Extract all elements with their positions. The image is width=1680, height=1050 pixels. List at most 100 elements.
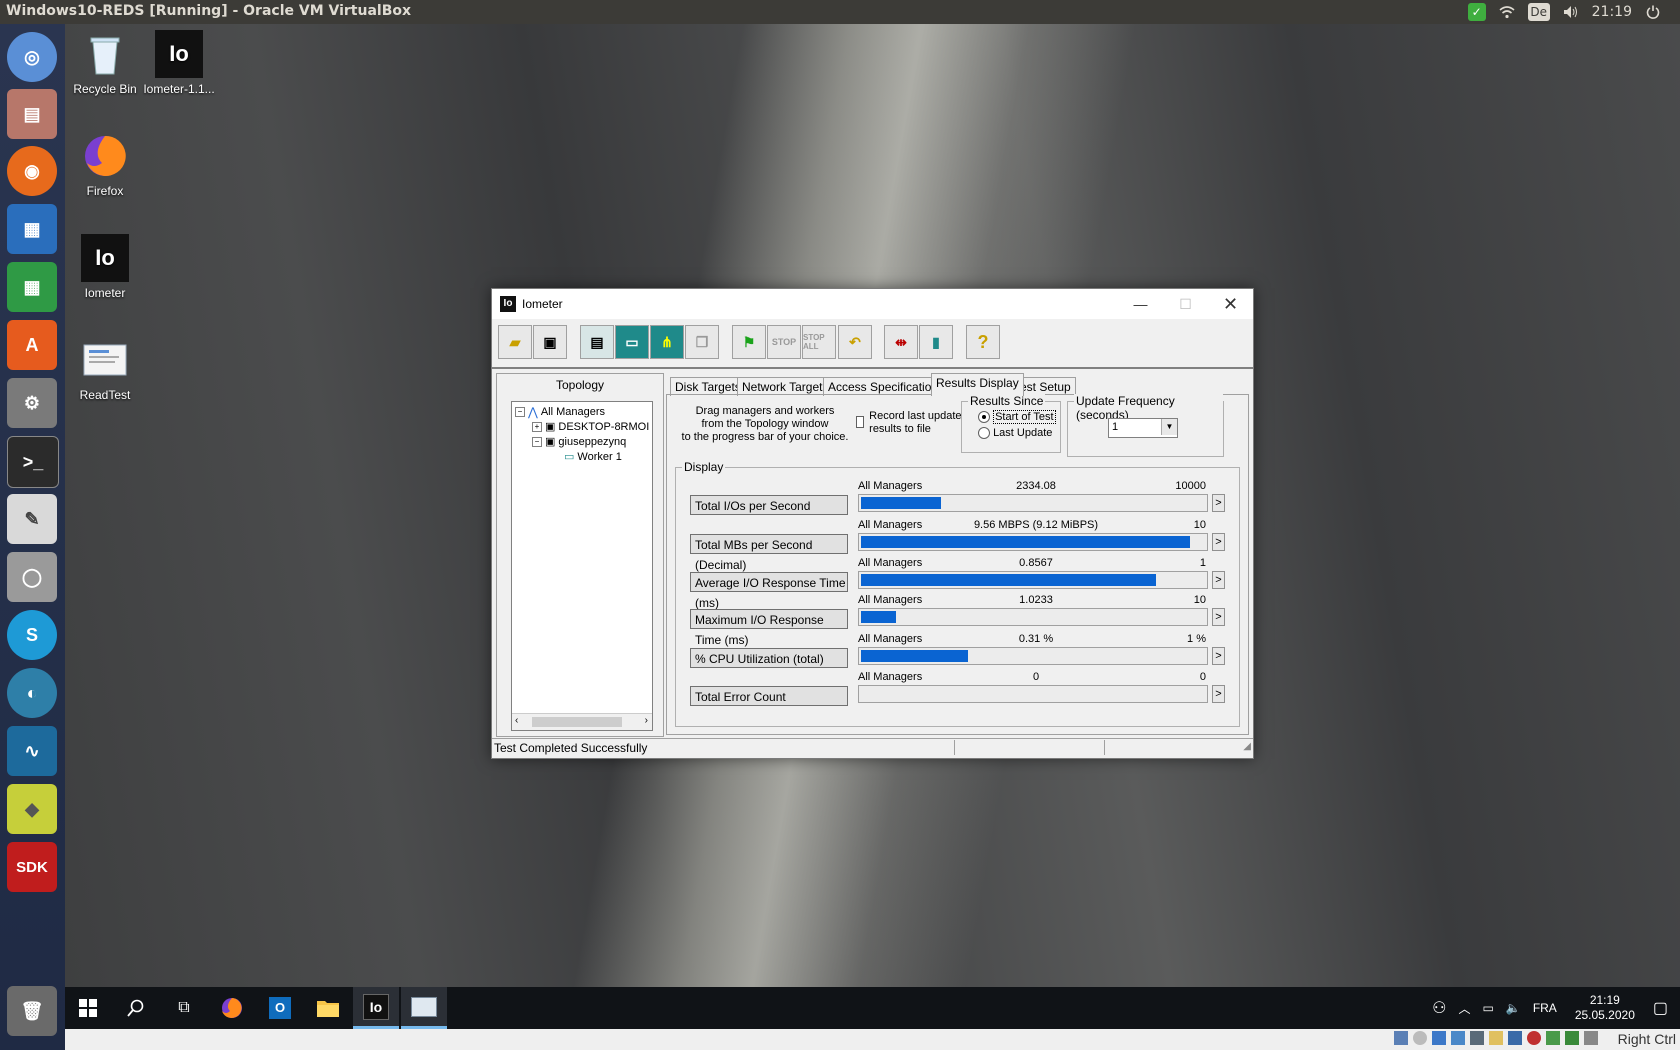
metric-progress-bar[interactable] bbox=[858, 494, 1208, 512]
network-icon[interactable]: ▭ bbox=[1483, 1001, 1494, 1015]
skype-icon[interactable]: S bbox=[7, 610, 57, 660]
firefox-launcher-icon[interactable]: ◉ bbox=[7, 146, 57, 196]
desktop-icon-iometer-installer[interactable]: Io Iometer-1.1... bbox=[139, 30, 219, 96]
readtest-taskbar-icon[interactable] bbox=[401, 987, 447, 1029]
metric-progress-bar[interactable] bbox=[858, 647, 1208, 665]
outlook-icon[interactable]: O bbox=[257, 987, 303, 1029]
audio-icon[interactable] bbox=[1432, 1031, 1446, 1045]
chevron-up-icon[interactable]: ︿ bbox=[1459, 1000, 1471, 1017]
reset-workers-icon[interactable]: ↶ bbox=[838, 325, 872, 359]
metric-button[interactable]: Total Error Count bbox=[690, 686, 848, 706]
metric-progress-bar[interactable] bbox=[858, 533, 1208, 551]
ubuntu-dash-icon[interactable]: ◎ bbox=[7, 32, 57, 82]
metric-button[interactable]: Total I/Os per Second bbox=[690, 495, 848, 515]
stop-all-icon[interactable]: STOP ALL bbox=[802, 325, 836, 359]
metric-progress-bar[interactable] bbox=[858, 685, 1208, 703]
metric-button[interactable]: Average I/O Response Time (ms) bbox=[690, 572, 848, 610]
hdd-icon[interactable] bbox=[1394, 1031, 1408, 1045]
exit-icon[interactable]: ▮ bbox=[919, 325, 953, 359]
horizontal-scrollbar[interactable]: ‹ › bbox=[512, 713, 652, 730]
tree-node-all-managers[interactable]: − ⋀ All Managers bbox=[515, 405, 605, 419]
desktop-icon-firefox[interactable]: Firefox bbox=[65, 132, 145, 198]
scrollbar-thumb[interactable] bbox=[532, 717, 622, 727]
iometer-taskbar-icon[interactable]: Io bbox=[353, 987, 399, 1029]
resize-grip-icon[interactable]: ◢ bbox=[1243, 741, 1251, 752]
input-language[interactable]: FRA bbox=[1533, 1001, 1557, 1015]
minimize-button[interactable]: — bbox=[1118, 289, 1163, 319]
trash-icon[interactable]: 🗑 bbox=[7, 986, 57, 1036]
stop-icon[interactable]: STOP bbox=[767, 325, 801, 359]
recording-icon[interactable] bbox=[1527, 1031, 1541, 1045]
metric-button[interactable]: Maximum I/O Response Time (ms) bbox=[690, 609, 848, 647]
network-adapter-icon[interactable] bbox=[1451, 1031, 1465, 1045]
metric-scroll-right-icon[interactable]: > bbox=[1212, 647, 1225, 665]
open-icon[interactable]: ▰ bbox=[498, 325, 532, 359]
volume-icon[interactable] bbox=[1562, 3, 1580, 21]
update-frequency-select[interactable]: 1 ▼ bbox=[1108, 418, 1178, 438]
disconnect-icon[interactable]: ⇹ bbox=[884, 325, 918, 359]
update-check-icon[interactable]: ✓ bbox=[1467, 3, 1486, 21]
metric-button[interactable]: % CPU Utilization (total) bbox=[690, 648, 848, 668]
people-icon[interactable]: ⚇ bbox=[1432, 998, 1446, 1018]
metric-scroll-right-icon[interactable]: > bbox=[1212, 494, 1225, 512]
calc-icon[interactable]: ▦ bbox=[7, 262, 57, 312]
usb-icon[interactable] bbox=[1470, 1031, 1484, 1045]
duplicate-worker-icon[interactable]: ❐ bbox=[685, 325, 719, 359]
scroll-right-icon[interactable]: › bbox=[645, 715, 648, 726]
desktop-icon-readtest[interactable]: ReadTest bbox=[65, 336, 145, 402]
sdk-icon[interactable]: SDK bbox=[7, 842, 57, 892]
taskbar-clock[interactable]: 21:19 25.05.2020 bbox=[1569, 993, 1641, 1023]
collapse-icon[interactable]: − bbox=[515, 407, 525, 417]
topology-tree[interactable]: − ⋀ All Managers + ▣ DESKTOP-8RMOI − ▣ g… bbox=[511, 401, 653, 731]
action-center-icon[interactable]: ▢ bbox=[1653, 998, 1668, 1018]
save-icon[interactable]: ▣ bbox=[533, 325, 567, 359]
radio-button[interactable] bbox=[978, 427, 990, 440]
text-editor-icon[interactable]: ✎ bbox=[7, 494, 57, 544]
radio-start-of-test[interactable]: Start of Test bbox=[978, 410, 1056, 424]
keyboard-icon[interactable] bbox=[1584, 1031, 1598, 1045]
mouse-integration-icon[interactable] bbox=[1565, 1031, 1579, 1045]
optical-drive-icon[interactable] bbox=[1413, 1031, 1427, 1045]
tree-node-desktop[interactable]: + ▣ DESKTOP-8RMOI bbox=[532, 420, 649, 433]
files-icon[interactable]: ▤ bbox=[7, 89, 57, 139]
start-test-icon[interactable]: ⚑ bbox=[732, 325, 766, 359]
tab-results-display[interactable]: Results Display bbox=[931, 373, 1024, 396]
metric-progress-bar[interactable] bbox=[858, 571, 1208, 589]
desktop-icon-recycle-bin[interactable]: Recycle Bin bbox=[65, 30, 145, 96]
keyboard-layout-indicator[interactable]: De bbox=[1527, 3, 1550, 21]
software-center-icon[interactable]: A bbox=[7, 320, 57, 370]
search-icon[interactable] bbox=[113, 987, 159, 1029]
metric-scroll-right-icon[interactable]: > bbox=[1212, 685, 1225, 703]
collapse-icon[interactable]: − bbox=[532, 436, 542, 447]
settings-icon[interactable]: ⚙ bbox=[7, 378, 57, 428]
disk-icon[interactable]: ◯ bbox=[7, 552, 57, 602]
metric-scroll-right-icon[interactable]: > bbox=[1212, 571, 1225, 589]
vpn-icon[interactable]: ◐ bbox=[7, 668, 57, 718]
firefox-taskbar-icon[interactable] bbox=[209, 987, 255, 1029]
radio-last-update[interactable]: Last Update bbox=[978, 427, 1052, 440]
help-icon[interactable]: ? bbox=[966, 325, 1000, 359]
new-network-worker-icon[interactable]: ⋔ bbox=[650, 325, 684, 359]
scroll-left-icon[interactable]: ‹ bbox=[515, 715, 518, 726]
desktop-icon-iometer[interactable]: Io Iometer bbox=[65, 234, 145, 300]
expand-icon[interactable]: + bbox=[532, 421, 542, 432]
tree-node-worker-1[interactable]: ▭ Worker 1 bbox=[564, 450, 622, 464]
task-view-icon[interactable]: ⧉ bbox=[161, 987, 207, 1029]
writer-icon[interactable]: ▦ bbox=[7, 204, 57, 254]
file-explorer-icon[interactable] bbox=[305, 987, 351, 1029]
volume-taskbar-icon[interactable]: 🔈 bbox=[1506, 1001, 1521, 1015]
close-button[interactable]: ✕ bbox=[1208, 289, 1253, 319]
metric-scroll-right-icon[interactable]: > bbox=[1212, 608, 1225, 626]
display-icon[interactable] bbox=[1508, 1031, 1522, 1045]
cube-app-icon[interactable]: ◆ bbox=[7, 784, 57, 834]
monitor-icon[interactable]: ∿ bbox=[7, 726, 57, 776]
terminal-icon[interactable]: >_ bbox=[7, 436, 59, 488]
start-button[interactable] bbox=[65, 987, 111, 1029]
metric-progress-bar[interactable] bbox=[858, 608, 1208, 626]
tree-node-giuseppezynq[interactable]: − ▣ giuseppezynq bbox=[532, 435, 626, 448]
new-worker-icon[interactable]: ▭ bbox=[615, 325, 649, 359]
power-icon[interactable] bbox=[1644, 3, 1662, 21]
iometer-title-bar[interactable]: Io Iometer — ☐ ✕ bbox=[492, 289, 1253, 319]
new-manager-icon[interactable]: ▤ bbox=[580, 325, 614, 359]
metric-button[interactable]: Total MBs per Second (Decimal) bbox=[690, 534, 848, 572]
